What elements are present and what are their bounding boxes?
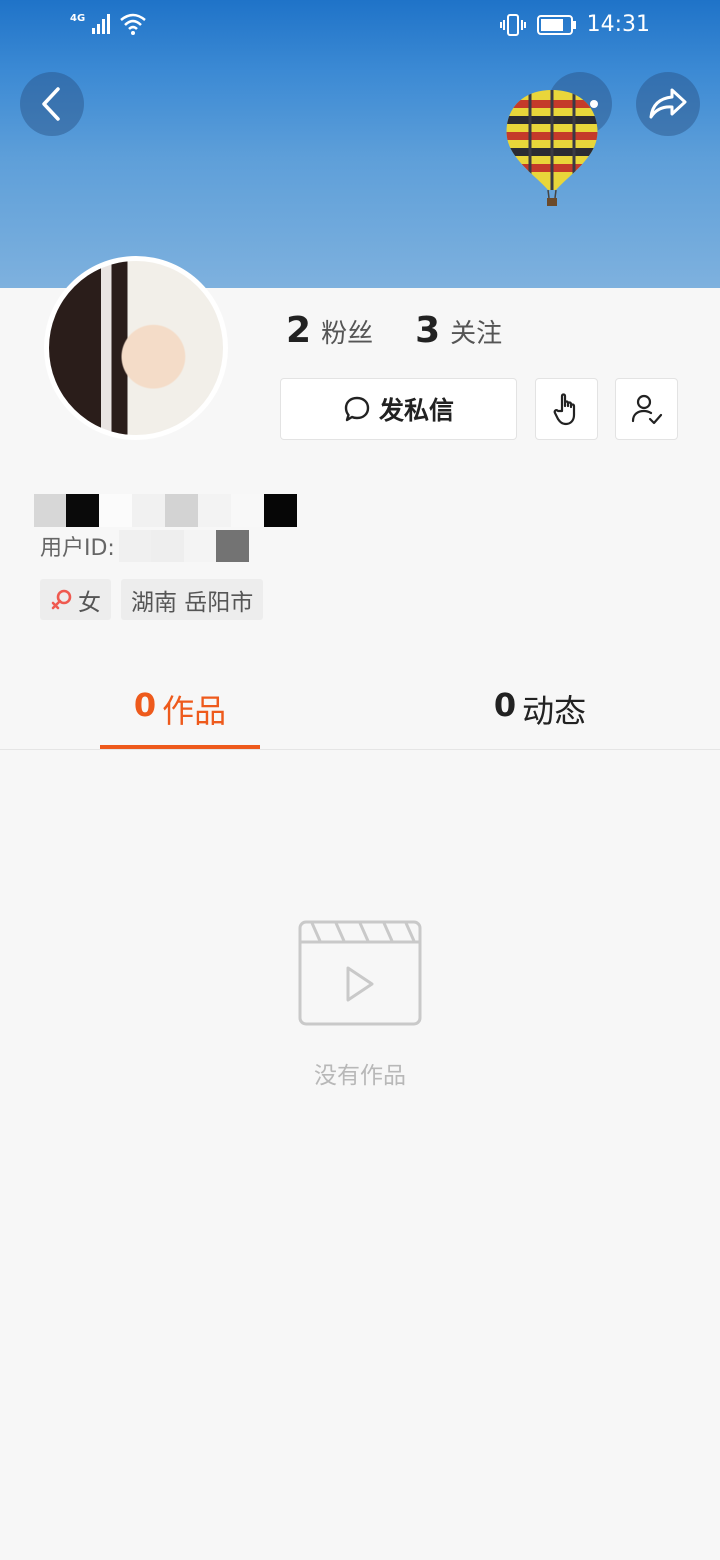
status-left: 4G [70,12,147,36]
profile-banner: 4G 14:31 [0,0,720,288]
chevron-left-icon [42,87,60,121]
tab-works-count: 0 [133,686,157,724]
user-id-redacted [118,530,249,562]
following-count: 3 [415,310,441,351]
following-label: 关注 [450,319,503,349]
share-button[interactable] [636,72,700,136]
network-label: 4G [70,12,86,24]
content-tabs: 0 作品 0 动态 [0,670,720,750]
profile-tags: 女 湖南 岳阳市 [40,579,264,620]
followers-stat[interactable]: 2 粉丝 [286,310,373,351]
status-right: 14:31 [499,12,650,37]
vibrate-icon [499,13,526,36]
signal-icon [92,14,111,34]
location-label: 湖南 岳阳市 [131,589,254,616]
gender-label: 女 [78,589,101,616]
share-arrow-icon [649,88,687,119]
tab-works-label: 作品 [162,692,227,730]
back-button[interactable] [20,72,84,136]
follow-status-button[interactable] [615,378,678,440]
battery-icon [536,14,576,35]
active-tab-indicator [100,745,260,749]
clock: 14:31 [586,12,650,37]
avatar-image [49,261,223,435]
send-message-label: 发私信 [378,396,454,425]
poke-button[interactable] [535,378,598,440]
avatar[interactable] [44,256,228,440]
followers-label: 粉丝 [321,319,374,349]
female-symbol-icon [51,589,72,609]
send-message-button[interactable]: 发私信 [280,378,517,440]
user-id-label: 用户ID: [40,536,115,561]
user-id-row: 用户ID: [40,530,249,562]
location-tag: 湖南 岳阳市 [121,579,264,620]
following-stat[interactable]: 3 关注 [415,310,502,351]
wifi-icon [120,13,146,35]
followers-count: 2 [286,310,312,351]
tab-moments-count: 0 [493,686,517,724]
video-clapperboard-icon [298,920,422,1026]
profile-stats: 2 粉丝 3 关注 [286,310,502,351]
tab-moments-label: 动态 [522,692,587,730]
tab-works[interactable]: 0 作品 [100,670,260,750]
empty-state-text: 没有作品 [314,1063,406,1089]
empty-state: 没有作品 [260,920,460,1090]
user-check-icon [631,394,662,425]
status-bar: 4G 14:31 [0,0,720,56]
tab-moments[interactable]: 0 动态 [460,670,620,750]
tap-hand-icon [553,393,575,426]
hot-air-balloon-image [506,90,598,206]
chat-bubble-icon [344,396,370,422]
gender-tag: 女 [40,579,111,620]
username-redacted [34,494,297,527]
